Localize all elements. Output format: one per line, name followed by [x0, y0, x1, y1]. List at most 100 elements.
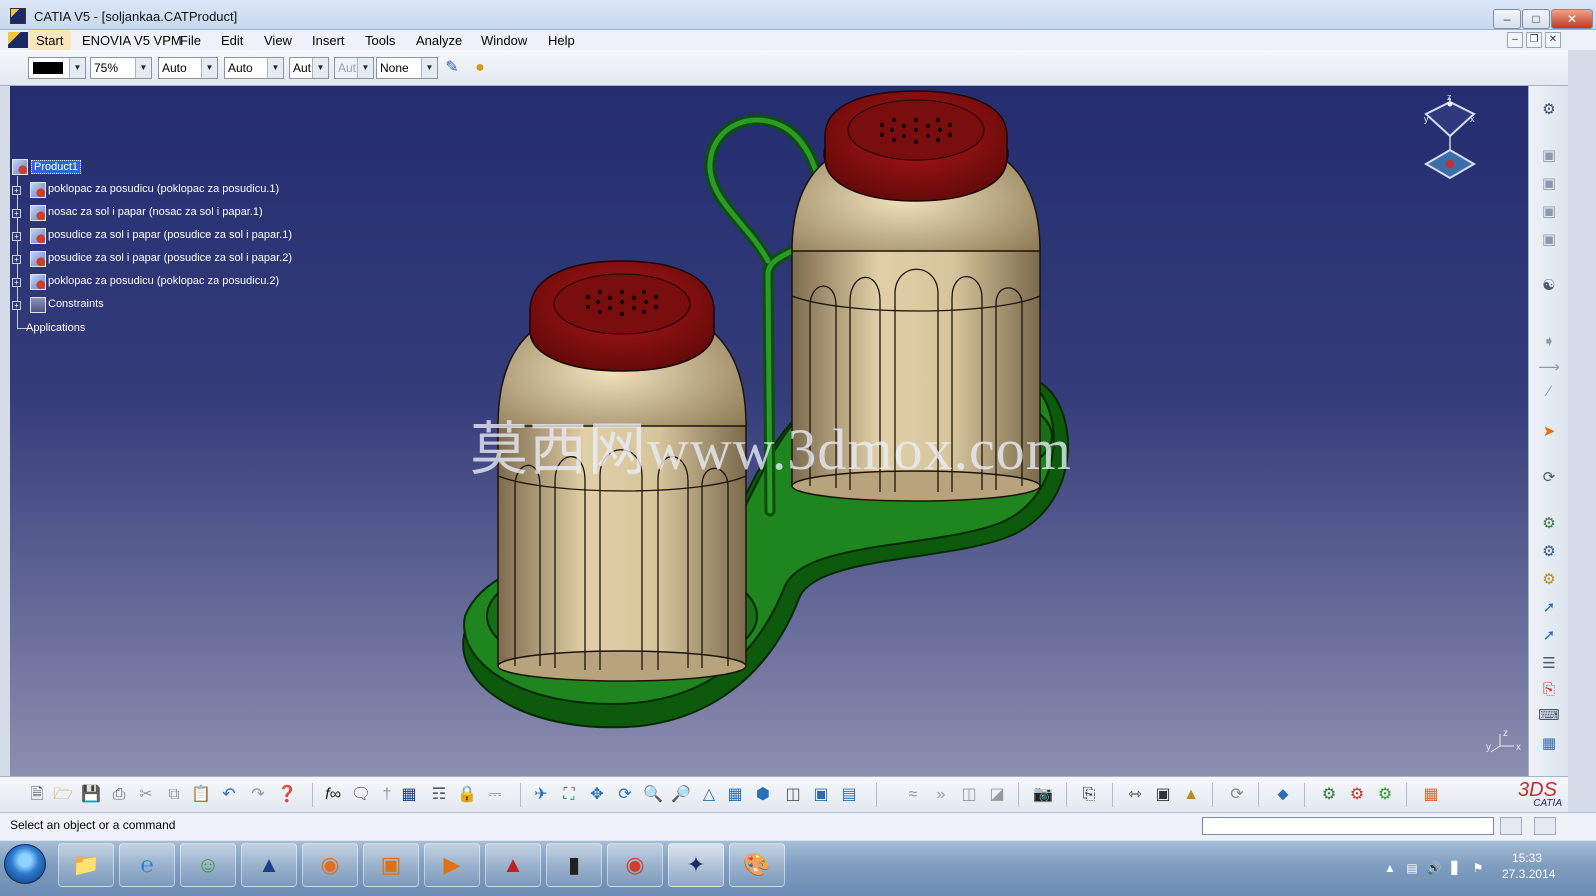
bill-of-material-icon[interactable]: ▦ — [1538, 734, 1560, 754]
catalog-browser-icon[interactable]: ☶ — [428, 784, 450, 806]
menu-tools[interactable]: Tools — [365, 33, 395, 48]
menu-enovia[interactable]: ENOVIA V5 VPM — [82, 33, 182, 48]
whats-this-icon[interactable]: ❓ — [276, 784, 298, 806]
maximize-button[interactable]: □ — [1522, 9, 1550, 29]
menu-edit[interactable]: Edit — [221, 33, 243, 48]
line-type-dropdown[interactable]: Auto ▼ — [224, 57, 284, 79]
taskbar-solidworks[interactable]: ▮ — [546, 843, 602, 887]
sectioning-icon[interactable]: ▣ — [1152, 784, 1174, 806]
update-icon[interactable]: ⟳ — [1538, 468, 1560, 488]
document-close-button[interactable]: ✕ — [1545, 32, 1561, 48]
taskbar-revit[interactable]: ▲ — [241, 843, 297, 887]
network-device-icon[interactable]: ▤ — [1404, 861, 1420, 877]
catia-app-icon[interactable] — [10, 8, 26, 24]
graphic-properties-icon[interactable]: ● — [469, 57, 491, 79]
rotate-icon[interactable]: ⟳ — [614, 784, 636, 806]
menu-insert[interactable]: Insert — [312, 33, 345, 48]
cut-icon[interactable]: ✂ — [135, 784, 157, 806]
taskbar-autocad[interactable]: ▲ — [485, 843, 541, 887]
swap-visible-space-icon[interactable]: ▤ — [838, 784, 860, 806]
distance-icon[interactable]: ▲ — [1180, 784, 1202, 806]
close-button[interactable]: ✕ — [1551, 9, 1593, 29]
status-button[interactable] — [1534, 817, 1556, 835]
show-hidden-icons-icon[interactable]: ▲ — [1382, 861, 1398, 877]
expand-icon[interactable]: + — [12, 255, 21, 264]
gear-constraint-icon[interactable]: ⚙ — [1346, 784, 1368, 806]
gear-yellow-icon[interactable]: ⚙ — [1538, 570, 1560, 590]
expand-icon[interactable]: + — [12, 301, 21, 310]
signal-icon[interactable]: ▋ — [1448, 861, 1464, 877]
manipulate-icon[interactable]: ☯ — [1538, 276, 1560, 296]
gear-assembly-icon[interactable]: ⚙ — [1318, 784, 1340, 806]
expand-icon[interactable]: + — [12, 186, 21, 195]
gear-blue-icon[interactable]: ⚙ — [1538, 542, 1560, 562]
expand-icon[interactable]: + — [12, 209, 21, 218]
redo-icon[interactable]: ↷ — [247, 784, 269, 806]
replace-component-icon[interactable]: ➚ — [1538, 626, 1560, 646]
taskbar-explorer[interactable]: 📁 — [58, 843, 114, 887]
component-icon[interactable]: ▣ — [1538, 174, 1560, 194]
minimize-button[interactable]: – — [1493, 9, 1521, 29]
component-icon[interactable]: ▣ — [1538, 230, 1560, 250]
point-symbol-dropdown[interactable]: Aut ▼ — [289, 57, 329, 79]
law-icon[interactable]: † — [376, 784, 398, 806]
formula-icon[interactable]: f∞ — [322, 784, 344, 806]
constraint-icon[interactable]: ⟶ — [1538, 358, 1560, 378]
clock-time[interactable]: 15:33 — [1512, 851, 1542, 865]
reorder-icon[interactable]: ☰ — [1538, 654, 1560, 674]
hide-show-icon[interactable]: ▣ — [810, 784, 832, 806]
component-icon[interactable]: ▣ — [1538, 202, 1560, 222]
taskbar-firefox[interactable]: ◉ — [302, 843, 358, 887]
taskbar-messenger[interactable]: ☺ — [180, 843, 236, 887]
expand-icon[interactable]: + — [12, 232, 21, 241]
measure-between-icon[interactable]: ≈ — [902, 784, 924, 806]
zoom-in-icon[interactable]: 🔍 — [642, 784, 664, 806]
taskbar-chrome[interactable]: ◉ — [607, 843, 663, 887]
fly-mode-icon[interactable]: ✈ — [530, 784, 552, 806]
status-button[interactable] — [1500, 817, 1522, 835]
drafting-icon[interactable]: ⎘ — [1078, 784, 1100, 806]
shading-icon[interactable]: ◫ — [782, 784, 804, 806]
clock-date[interactable]: 27.3.2014 — [1502, 867, 1555, 881]
select-arrow-icon[interactable]: ➤ — [1538, 422, 1560, 442]
zoom-out-icon[interactable]: 🔎 — [670, 784, 692, 806]
undo-icon[interactable]: ↶ — [218, 784, 240, 806]
paste-icon[interactable]: 📋 — [190, 784, 212, 806]
format-painter-icon[interactable]: ✎ — [441, 57, 463, 79]
update-all-icon[interactable]: ⟳ — [1226, 784, 1248, 806]
expand-icon[interactable]: + — [12, 278, 21, 287]
taskbar-paint[interactable]: 🎨 — [729, 843, 785, 887]
sketch-plane-icon[interactable]: ⬥ — [1272, 784, 1294, 806]
new-document-icon[interactable]: 🗎 — [26, 784, 48, 806]
knowledge-advisor-icon[interactable]: 🗨 — [350, 784, 372, 806]
snap-icon[interactable]: ➧ — [1538, 332, 1560, 352]
menu-analyze[interactable]: Analyze — [416, 33, 462, 48]
fit-all-in-icon[interactable]: ⛶ — [558, 784, 580, 806]
grid-icon[interactable]: ▦ — [1420, 784, 1442, 806]
insert-component-icon[interactable]: ➚ — [1538, 598, 1560, 618]
power-input-field[interactable] — [1202, 817, 1494, 835]
action-center-flag-icon[interactable]: ⚑ — [1470, 861, 1486, 877]
transparency-dropdown[interactable]: 75% ▼ — [90, 57, 152, 79]
apply-material-icon[interactable]: ◪ — [986, 784, 1008, 806]
line-thickness-dropdown[interactable]: Auto ▼ — [158, 57, 218, 79]
windows-start-button[interactable] — [4, 844, 46, 884]
gear-green-icon[interactable]: ⚙ — [1538, 514, 1560, 534]
menu-start[interactable]: Start — [28, 30, 72, 50]
layer-dropdown[interactable]: None ▼ — [376, 57, 438, 79]
document-minimize-button[interactable]: – — [1507, 32, 1523, 48]
number-icon[interactable]: ⎘ — [1538, 680, 1560, 700]
taskbar-internet-explorer[interactable]: ℮ — [119, 843, 175, 887]
print-icon[interactable]: ⎙ — [108, 784, 130, 806]
menu-window[interactable]: Window — [481, 33, 527, 48]
pan-icon[interactable]: ✥ — [586, 784, 608, 806]
multi-view-icon[interactable]: ▦ — [724, 784, 746, 806]
gears-icon[interactable]: ⚙ — [1538, 100, 1560, 120]
menu-file[interactable]: File — [180, 33, 201, 48]
taskbar-inventor[interactable]: ▣ — [363, 843, 419, 887]
line-icon[interactable]: ∕ — [1538, 382, 1560, 402]
color-dropdown[interactable]: ▼ — [28, 57, 86, 79]
measure-item-icon[interactable]: » — [930, 784, 952, 806]
document-restore-button[interactable]: ❐ — [1526, 32, 1542, 48]
clash-icon[interactable]: ⇿ — [1124, 784, 1146, 806]
